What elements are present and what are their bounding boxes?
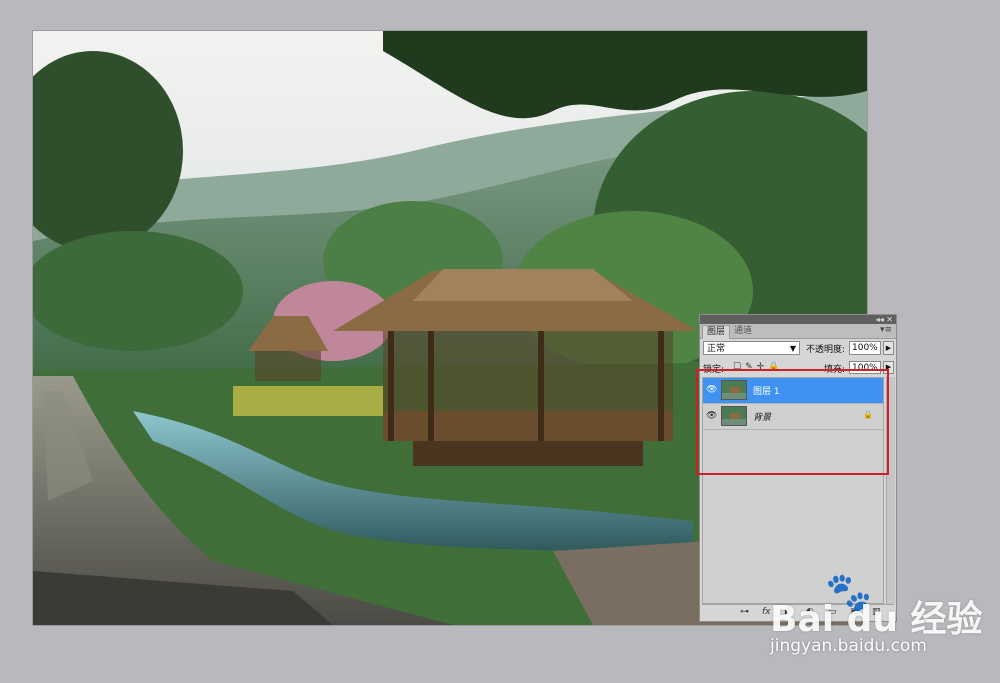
highlight-box (696, 369, 889, 475)
chevron-down-icon: ▼ (789, 344, 796, 353)
panel-titlebar[interactable]: ◂◂ ✕ (700, 315, 896, 324)
watermark-url: jingyan.baidu.com (770, 636, 927, 656)
opacity-label: 不透明度: (806, 345, 846, 355)
opacity-input[interactable]: 100% (849, 341, 881, 355)
panel-tabs: 图层 通道 ▾≡ (700, 324, 896, 339)
blend-mode-select[interactable]: 正常 ▼ (703, 341, 800, 355)
watermark-brand: Bai du 经验 (770, 599, 983, 640)
blend-mode-value: 正常 (707, 344, 726, 354)
opacity-slider-button[interactable]: ▶ (883, 341, 894, 355)
link-icon[interactable]: ⊶ (740, 607, 749, 617)
tab-layers[interactable]: 图层 (702, 325, 731, 339)
baidu-watermark: 🐾 Bai du 经验 jingyan.baidu.com (770, 570, 990, 665)
collapse-icon[interactable]: ◂◂ ✕ (876, 315, 893, 324)
panel-menu-icon[interactable]: ▾≡ (880, 325, 892, 335)
blend-opacity-row: 正常 ▼ 不透明度: 100% ▶ (703, 341, 894, 357)
tab-channels[interactable]: 通道 (730, 325, 756, 338)
